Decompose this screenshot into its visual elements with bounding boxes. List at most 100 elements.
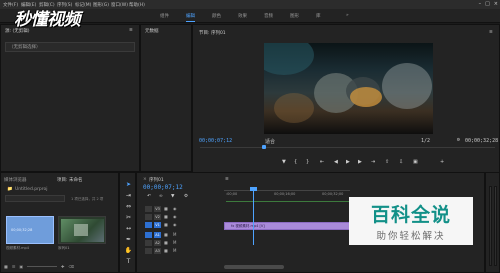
timeline-playhead[interactable] (253, 187, 254, 245)
lock-icon[interactable]: ■ (4, 264, 8, 269)
mark-out-icon[interactable]: } (306, 159, 309, 165)
maximize-button[interactable]: □ (485, 1, 490, 7)
track-a3-label[interactable]: A3 (154, 248, 161, 254)
new-item-icon[interactable]: ✚ (61, 264, 64, 269)
menu-window[interactable]: 窗口(W) (111, 2, 128, 8)
eye-icon[interactable]: ◉ (173, 214, 177, 219)
play-icon[interactable]: ▶ (346, 159, 350, 165)
tab-color[interactable]: 颜色 (212, 13, 221, 19)
track-v2-label[interactable]: V2 (154, 214, 161, 220)
lock-icon[interactable]: ■ (164, 222, 168, 227)
lock-icon[interactable]: ■ (164, 214, 168, 219)
source-menu-icon[interactable]: ≡ (129, 28, 133, 33)
track-select-tool-icon[interactable]: ⇥ (124, 192, 133, 199)
project-item-count: 1 项已选择，共 2 项 (71, 197, 104, 201)
slip-tool-icon[interactable]: ↔ (124, 225, 133, 232)
workspace-overflow-icon[interactable]: » (346, 13, 349, 18)
lock-icon[interactable]: ■ (164, 248, 168, 253)
snap-icon[interactable]: ↶ (147, 194, 151, 199)
icon-view-icon[interactable]: ▣ (19, 264, 23, 269)
tab-graphics[interactable]: 图形 (290, 13, 299, 19)
pen-tool-icon[interactable]: ✒ (124, 236, 133, 243)
timeline-title[interactable]: 序列01 (149, 177, 164, 183)
eye-icon[interactable]: ◉ (173, 222, 177, 227)
track-v3-target[interactable] (145, 206, 152, 212)
trash-icon[interactable]: ⌫ (69, 264, 75, 269)
add-marker-icon[interactable]: ▼ (282, 159, 286, 165)
mute-icon[interactable]: M (173, 240, 176, 245)
track-v1-label[interactable]: V1 (154, 222, 161, 228)
project-panel-title[interactable]: 项目: 未命名 (57, 177, 82, 183)
lock-icon[interactable]: ■ (164, 232, 168, 237)
linked-selection-icon[interactable]: ∞ (159, 194, 163, 199)
program-panel-title[interactable]: 节目: 序列01 (199, 30, 226, 36)
extract-icon[interactable]: ⇩ (399, 159, 403, 165)
step-back-icon[interactable]: ◀ (334, 159, 338, 165)
program-playhead-handle[interactable] (262, 145, 266, 149)
work-area-bar[interactable] (226, 201, 350, 202)
track-a2-label[interactable]: A2 (154, 240, 161, 246)
menu-help[interactable]: 帮助(H) (129, 2, 145, 8)
wrench-icon[interactable]: ⚙ (457, 137, 460, 143)
lift-icon[interactable]: ⇧ (385, 159, 389, 165)
go-to-out-icon[interactable]: ⇥ (371, 159, 375, 165)
type-tool-icon[interactable]: T (124, 258, 133, 265)
list-view-icon[interactable]: ☰ (12, 264, 16, 269)
minimize-button[interactable]: – (479, 1, 482, 7)
program-timecode[interactable]: 00;00;07;12 (199, 138, 232, 144)
track-v3-label[interactable]: V3 (154, 206, 161, 212)
track-a3-target[interactable] (145, 248, 152, 254)
timeline-playhead-handle[interactable] (250, 187, 257, 191)
source-clip-dropdown[interactable]: （无剪辑选择） (5, 42, 135, 52)
program-fit-dropdown[interactable]: 适合 (265, 138, 275, 145)
mute-icon[interactable]: M (173, 232, 176, 237)
mute-icon[interactable]: M (173, 248, 176, 253)
timeline-settings-icon[interactable]: ⚙ (184, 194, 188, 199)
timeline-ruler[interactable] (224, 190, 350, 191)
tab-editing[interactable]: 编辑 (186, 13, 195, 22)
timeline-close-icon[interactable]: × (143, 177, 147, 182)
track-a2-target[interactable] (145, 240, 152, 246)
ripple-edit-tool-icon[interactable]: ⇔ (124, 203, 133, 210)
step-forward-icon[interactable]: ▶ (358, 159, 362, 165)
timeline-timecode[interactable]: 00;00;07;12 (143, 184, 183, 191)
sequence-thumbnail[interactable] (58, 216, 106, 244)
close-button[interactable]: × (494, 1, 498, 7)
lock-icon[interactable]: ■ (164, 240, 168, 245)
project-search-input[interactable] (5, 195, 65, 202)
selection-tool-icon[interactable]: ➤ (124, 181, 133, 188)
track-a1-target[interactable] (145, 232, 152, 238)
go-to-in-icon[interactable]: ⇤ (320, 159, 324, 165)
eye-icon[interactable]: ◉ (173, 206, 177, 211)
track-a1-label[interactable]: A1 (154, 232, 161, 238)
track-v1-target[interactable] (145, 222, 152, 228)
tab-media-browser[interactable]: 媒体浏览器 (4, 177, 27, 183)
project-item-thumbnail[interactable]: 00;00;32;28 (6, 216, 54, 244)
razor-tool-icon[interactable]: ✂ (124, 214, 133, 221)
tools-panel: ➤ ⇥ ⇔ ✂ ↔ ✒ ✋ T (119, 172, 136, 273)
program-quality-dropdown[interactable]: 1/2 (421, 138, 430, 144)
tab-effects[interactable]: 效果 (238, 13, 247, 19)
tab-assembly[interactable]: 组件 (160, 13, 169, 19)
program-menu-icon[interactable]: ≡ (489, 30, 493, 35)
lock-icon[interactable]: ■ (164, 206, 168, 211)
button-editor-icon[interactable]: + (440, 159, 444, 165)
audio-meter-panel (485, 172, 500, 273)
program-scrub-bar[interactable] (200, 147, 495, 148)
project-file-name: Untitled.prproj (15, 187, 48, 192)
menu-graphics[interactable]: 图形(G) (93, 2, 109, 8)
mark-in-icon[interactable]: { (294, 159, 297, 165)
project-folder-icon: 📁 (7, 187, 13, 192)
track-v2-target[interactable] (145, 214, 152, 220)
timeline-clip[interactable]: fx 视频素材.mp4 [V] (224, 222, 350, 230)
add-marker-timeline-icon[interactable]: ▼ (171, 194, 174, 199)
zoom-slider[interactable] (27, 266, 58, 267)
metadata-panel-title[interactable]: 元数据 (145, 28, 159, 34)
source-panel: 源: (无剪辑) ≡ （无剪辑选择） (0, 24, 140, 172)
export-frame-icon[interactable]: ▣ (413, 159, 418, 165)
timeline-menu-icon[interactable]: ≡ (225, 177, 229, 182)
timeline-scrollbar[interactable] (224, 265, 284, 269)
tab-audio[interactable]: 音频 (264, 13, 273, 19)
hand-tool-icon[interactable]: ✋ (124, 247, 133, 254)
tab-libraries[interactable]: 库 (316, 13, 321, 19)
